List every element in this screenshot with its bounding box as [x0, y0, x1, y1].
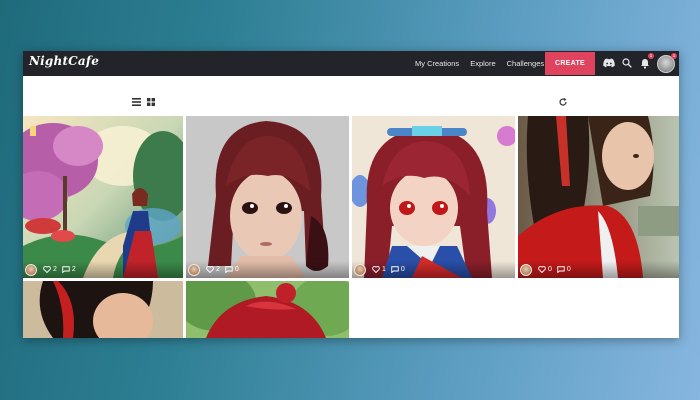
creator-avatar[interactable]: [188, 263, 200, 276]
gallery-image-6: [186, 281, 349, 338]
gallery-item-5[interactable]: [23, 281, 183, 338]
top-navbar: NightCafe My Creations Explore Challenge…: [23, 51, 679, 76]
like-count[interactable]: 2: [206, 266, 220, 273]
creator-avatar[interactable]: [520, 263, 532, 276]
comment-icon: [391, 266, 399, 273]
profile-badge: 1: [671, 53, 677, 59]
like-count[interactable]: 0: [538, 266, 552, 273]
search-icon[interactable]: [620, 56, 634, 70]
comment-icon: [62, 266, 70, 273]
notification-badge: 1: [648, 53, 654, 59]
gallery-item-2-footer: 2 0: [186, 261, 349, 278]
discord-icon[interactable]: [602, 56, 616, 70]
nav-challenges[interactable]: Challenges: [507, 59, 545, 68]
gallery-item-3-footer: 1 0: [352, 261, 515, 278]
nav-my-creations[interactable]: My Creations: [415, 59, 459, 68]
heart-icon: [206, 266, 214, 273]
gallery-item-3[interactable]: 1 0: [352, 116, 515, 278]
creator-avatar[interactable]: [25, 263, 37, 276]
comment-count[interactable]: 0: [391, 266, 405, 273]
comment-count[interactable]: 0: [225, 266, 239, 273]
comment-icon: [557, 266, 565, 273]
like-count[interactable]: 1: [372, 266, 386, 273]
heart-icon: [43, 266, 51, 273]
comment-count[interactable]: 2: [62, 266, 76, 273]
gallery-item-1-footer: 2 2: [23, 261, 183, 278]
refresh-icon[interactable]: [558, 97, 568, 107]
gallery-item-1[interactable]: 2 2: [23, 116, 183, 278]
gallery-item-4-footer: 0 0: [518, 261, 679, 278]
create-button[interactable]: CREATE: [545, 52, 595, 75]
notifications-bell-icon[interactable]: 1: [638, 53, 654, 70]
nightcafe-logo[interactable]: NightCafe: [29, 54, 99, 68]
nav-explore[interactable]: Explore: [470, 59, 495, 68]
comment-count[interactable]: 0: [557, 266, 571, 273]
gallery-item-6[interactable]: [186, 281, 349, 338]
gallery-image-4: [518, 116, 679, 278]
app-window: NightCafe My Creations Explore Challenge…: [23, 51, 679, 338]
gallery-image-1: [23, 116, 183, 278]
heart-icon: [372, 266, 380, 273]
nav-links: My Creations Explore Challenges: [415, 51, 555, 76]
comment-icon: [225, 266, 233, 273]
list-view-icon[interactable]: [132, 98, 141, 106]
gallery-item-2[interactable]: 2 0: [186, 116, 349, 278]
like-count[interactable]: 2: [43, 266, 57, 273]
gallery-image-3: [352, 116, 515, 278]
grid-view-icon[interactable]: [147, 98, 155, 106]
gallery-image-5: [23, 281, 183, 338]
heart-icon: [538, 266, 546, 273]
gallery-toolbar: [23, 76, 679, 116]
gallery-item-4[interactable]: 0 0: [518, 116, 679, 278]
profile-avatar[interactable]: 1: [657, 53, 677, 73]
gallery-image-2: [186, 116, 349, 278]
creator-avatar[interactable]: [354, 263, 366, 276]
